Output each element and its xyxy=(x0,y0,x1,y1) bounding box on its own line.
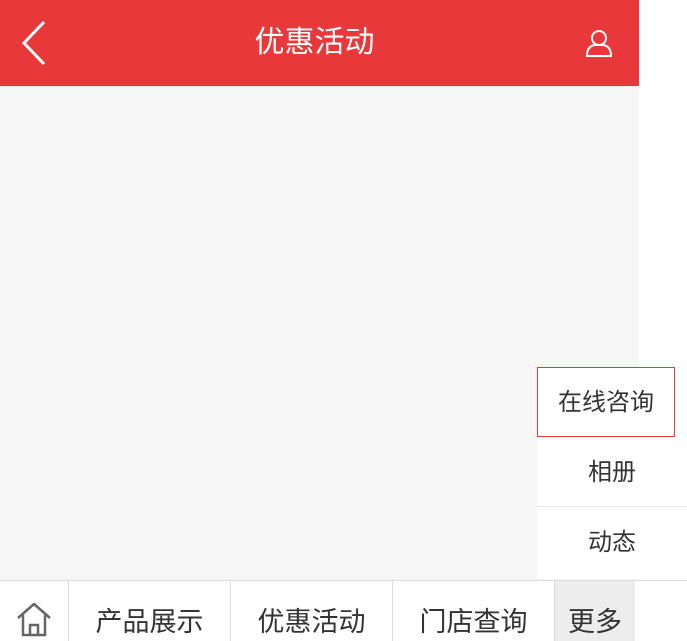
tab-products[interactable]: 产品展示 xyxy=(69,581,231,641)
more-popup-menu: 在线咨询 相册 动态 xyxy=(537,367,687,579)
home-icon xyxy=(17,602,51,637)
popup-item-news[interactable]: 动态 xyxy=(537,507,687,579)
popup-item-album[interactable]: 相册 xyxy=(537,437,687,507)
popup-item-online-consult[interactable]: 在线咨询 xyxy=(537,367,675,437)
page-title: 优惠活动 xyxy=(254,25,375,60)
tab-offers[interactable]: 优惠活动 xyxy=(231,581,393,641)
tab-home[interactable] xyxy=(0,581,69,641)
tab-store-search[interactable]: 门店查询 xyxy=(393,581,555,641)
app-header: 优惠活动 xyxy=(0,0,639,86)
user-button[interactable] xyxy=(559,0,639,86)
back-button[interactable] xyxy=(0,0,70,86)
bottom-nav: 产品展示 优惠活动 门店查询 更多 xyxy=(0,580,687,641)
user-icon xyxy=(585,30,613,57)
tab-more[interactable]: 更多 xyxy=(555,581,635,641)
chevron-left-icon xyxy=(21,20,46,66)
